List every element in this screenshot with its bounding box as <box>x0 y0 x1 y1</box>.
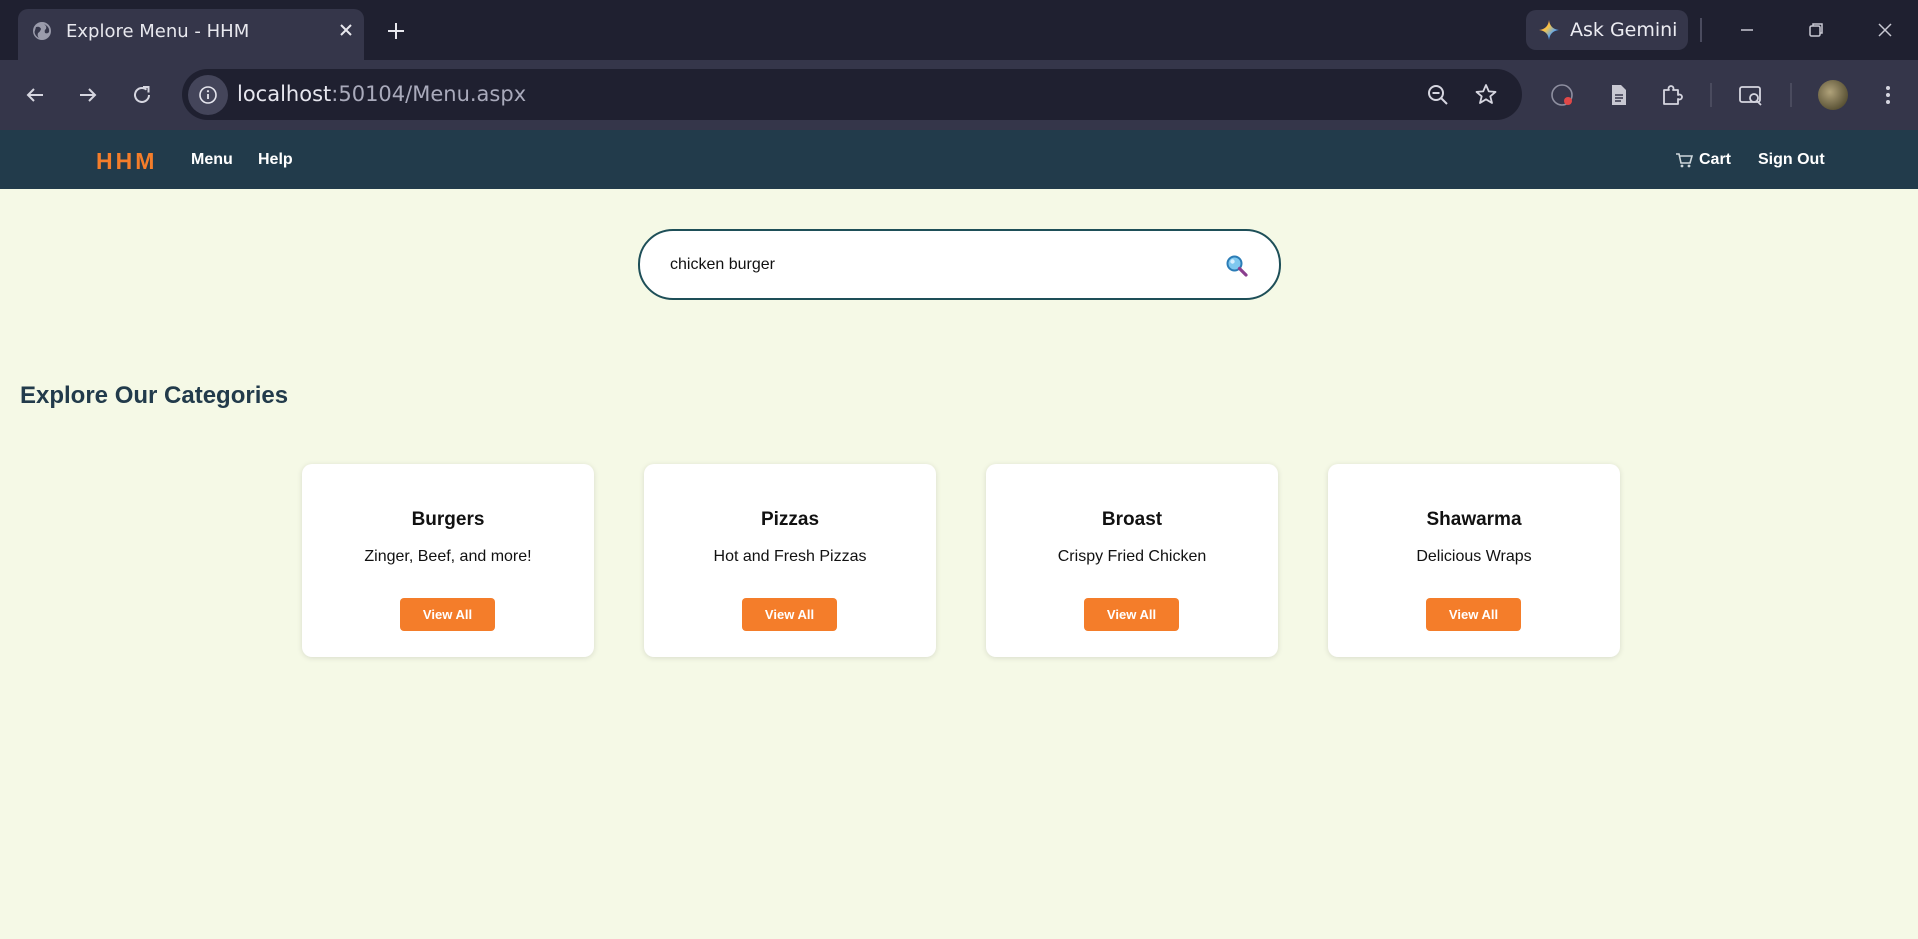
search-input[interactable] <box>670 251 1190 279</box>
globe-icon <box>33 22 51 40</box>
search-bar <box>638 229 1281 300</box>
divider <box>1790 83 1792 107</box>
document-icon[interactable] <box>1604 81 1632 109</box>
section-title: Explore Our Categories <box>20 382 289 409</box>
site-info-button[interactable] <box>188 75 228 115</box>
ask-gemini-button[interactable]: Ask Gemini <box>1526 10 1688 50</box>
cart-link[interactable]: Cart <box>1675 151 1731 169</box>
more-vertical-icon[interactable] <box>1874 81 1902 109</box>
tab-search-icon[interactable] <box>1737 81 1765 109</box>
site-info-icon <box>199 86 217 104</box>
sign-out-link[interactable]: Sign Out <box>1758 151 1825 169</box>
category-title: Pizzas <box>760 509 820 530</box>
site-navbar: HHM Menu Help Cart Sign Out <box>0 130 1918 189</box>
category-description: Delicious Wraps <box>1416 548 1532 565</box>
category-title: Broast <box>1101 509 1163 530</box>
nav-help-link[interactable]: Help <box>258 151 293 169</box>
back-icon[interactable] <box>21 81 49 109</box>
category-title: Burgers <box>411 509 485 530</box>
close-window-icon[interactable] <box>1872 17 1898 43</box>
url-host: localhost <box>237 82 332 106</box>
category-description: Zinger, Beef, and more! <box>364 548 532 565</box>
browser-toolbar: localhost:50104/Menu.aspx <box>0 60 1918 130</box>
avatar[interactable] <box>1818 80 1848 110</box>
forward-icon[interactable] <box>74 81 102 109</box>
magnifier-icon[interactable] <box>1224 253 1250 279</box>
url-text: localhost:50104/Menu.aspx <box>237 82 526 106</box>
bookmark-star-icon[interactable] <box>1472 81 1500 109</box>
category-card-burgers: Burgers Zinger, Beef, and more! View All <box>302 464 594 657</box>
ask-gemini-label: Ask Gemini <box>1570 19 1678 41</box>
minimize-icon[interactable] <box>1734 17 1760 43</box>
divider <box>1710 83 1712 107</box>
plus-icon[interactable] <box>384 19 408 43</box>
extension-badge-icon[interactable] <box>1548 81 1576 109</box>
category-card-broast: Broast Crispy Fried Chicken View All <box>986 464 1278 657</box>
cart-icon <box>1676 153 1693 168</box>
nav-menu-link[interactable]: Menu <box>191 151 233 169</box>
view-all-burgers-button[interactable]: View All <box>400 598 495 631</box>
divider <box>1700 18 1702 42</box>
category-title: Shawarma <box>1426 509 1522 530</box>
gemini-icon <box>1539 20 1559 40</box>
category-description: Crispy Fried Chicken <box>1057 548 1207 565</box>
category-card-shawarma: Shawarma Delicious Wraps View All <box>1328 464 1620 657</box>
site-logo[interactable]: HHM <box>96 148 157 175</box>
tab-title: Explore Menu - HHM <box>66 21 250 42</box>
zoom-out-icon[interactable] <box>1424 81 1452 109</box>
restore-icon[interactable] <box>1803 17 1829 43</box>
category-card-pizzas: Pizzas Hot and Fresh Pizzas View All <box>644 464 936 657</box>
browser-tab-strip: Explore Menu - HHM Ask Gemini <box>0 0 1918 60</box>
url-path: :50104/Menu.aspx <box>331 82 527 106</box>
browser-tab[interactable]: Explore Menu - HHM <box>18 9 364 60</box>
address-bar[interactable]: localhost:50104/Menu.aspx <box>182 69 1522 120</box>
puzzle-icon[interactable] <box>1658 81 1686 109</box>
close-icon[interactable] <box>336 20 356 40</box>
cart-label: Cart <box>1699 151 1732 168</box>
view-all-pizzas-button[interactable]: View All <box>742 598 837 631</box>
view-all-shawarma-button[interactable]: View All <box>1426 598 1521 631</box>
view-all-broast-button[interactable]: View All <box>1084 598 1179 631</box>
reload-icon[interactable] <box>128 81 156 109</box>
category-description: Hot and Fresh Pizzas <box>713 548 867 565</box>
